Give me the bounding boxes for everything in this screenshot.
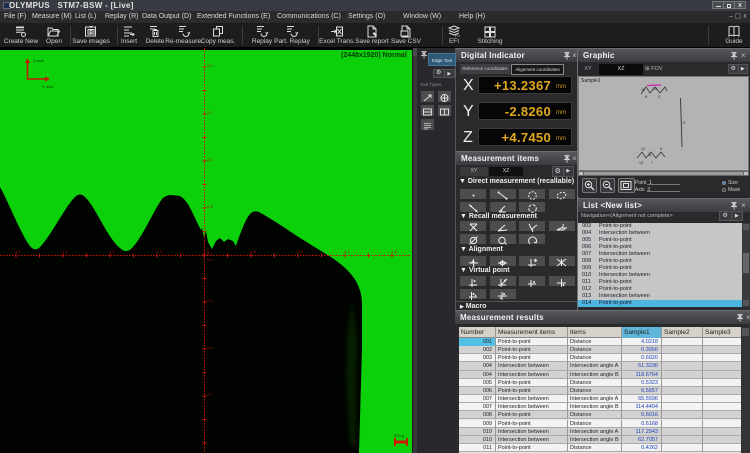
svg-text:6: 6 [660,147,662,151]
svg-text:14: 14 [653,87,657,91]
svg-text:11: 11 [648,153,652,157]
svg-text:16: 16 [641,88,645,92]
svg-text:13: 13 [639,161,643,165]
svg-text:7: 7 [651,161,653,165]
svg-text:12: 12 [641,147,645,151]
svg-text:3: 3 [658,95,660,99]
svg-text:8: 8 [645,95,647,99]
svg-text:5: 5 [683,121,685,125]
